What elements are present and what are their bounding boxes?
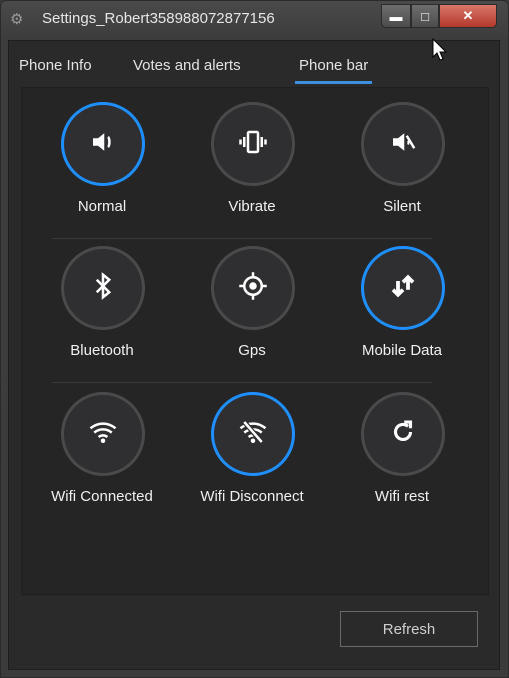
mute-icon [388,127,418,162]
speaker-icon [88,127,118,162]
toggle-gps[interactable]: Gps [182,232,332,359]
settings-window: ⚙ Settings_Robert358988072877156 ▬ □ ✕ P… [0,0,509,678]
row-divider [52,382,432,383]
vibrate-icon [238,127,268,162]
toggle-mobile-data[interactable]: Mobile Data [332,232,482,359]
tab-phone-info[interactable]: Phone Info [19,57,92,74]
tab-bar: Phone Info Votes and alerts Phone bar [9,41,499,87]
toggle-button[interactable] [61,392,145,476]
toggle-label: Mobile Data [361,342,443,359]
toggle-wifi-rest[interactable]: Wifi rest [332,378,482,505]
toggle-vibrate[interactable]: Vibrate [182,88,332,215]
phone-bar-panel: Normal Vibrate Silent Bluetooth Gps Mobile Da… [21,87,489,595]
tab-phone-bar[interactable]: Phone bar [294,57,373,84]
mouse-cursor-icon [432,38,448,61]
toggle-label: Wifi rest [374,488,430,505]
wifi-icon [88,417,118,452]
wifi-off-icon [238,417,268,452]
toggle-label: Gps [238,342,266,359]
toggle-button[interactable] [361,392,445,476]
toggle-wifi-disconnect[interactable]: Wifi Disconnect [182,378,332,505]
gear-icon: ⚙ [10,11,24,28]
toggle-label: Wifi Disconnect [200,488,304,505]
toggle-button[interactable] [211,102,295,186]
toggle-label: Vibrate [228,198,276,215]
mobile-data-icon [388,271,418,306]
tab-votes-and-alerts[interactable]: Votes and alerts [133,57,241,74]
gps-icon [238,271,268,306]
toggle-label: Normal [77,198,127,215]
close-button[interactable]: ✕ [439,4,497,28]
window-title: Settings_Robert358988072877156 [42,10,275,27]
toggle-bluetooth[interactable]: Bluetooth [32,232,182,359]
toggle-button[interactable] [361,102,445,186]
toggle-label: Bluetooth [70,342,134,359]
toggle-button[interactable] [211,246,295,330]
toggle-silent[interactable]: Silent [332,88,482,215]
toggle-label: Wifi Connected [51,488,153,505]
refresh-button[interactable]: Refresh [340,611,478,647]
toggle-button[interactable] [61,102,145,186]
title-bar[interactable]: ⚙ Settings_Robert358988072877156 ▬ □ ✕ [0,0,509,40]
client-area: Phone Info Votes and alerts Phone bar No… [8,40,500,670]
minimize-button[interactable]: ▬ [381,4,411,28]
toggle-normal[interactable]: Normal [32,88,182,215]
toggle-label: Silent [383,198,421,215]
toggle-button[interactable] [211,392,295,476]
toggle-button[interactable] [61,246,145,330]
maximize-button[interactable]: □ [411,4,439,28]
row-divider [52,238,432,239]
refresh-icon [388,417,418,452]
toggle-wifi-connected[interactable]: Wifi Connected [32,378,182,505]
toggle-button[interactable] [361,246,445,330]
bluetooth-icon [88,271,118,306]
